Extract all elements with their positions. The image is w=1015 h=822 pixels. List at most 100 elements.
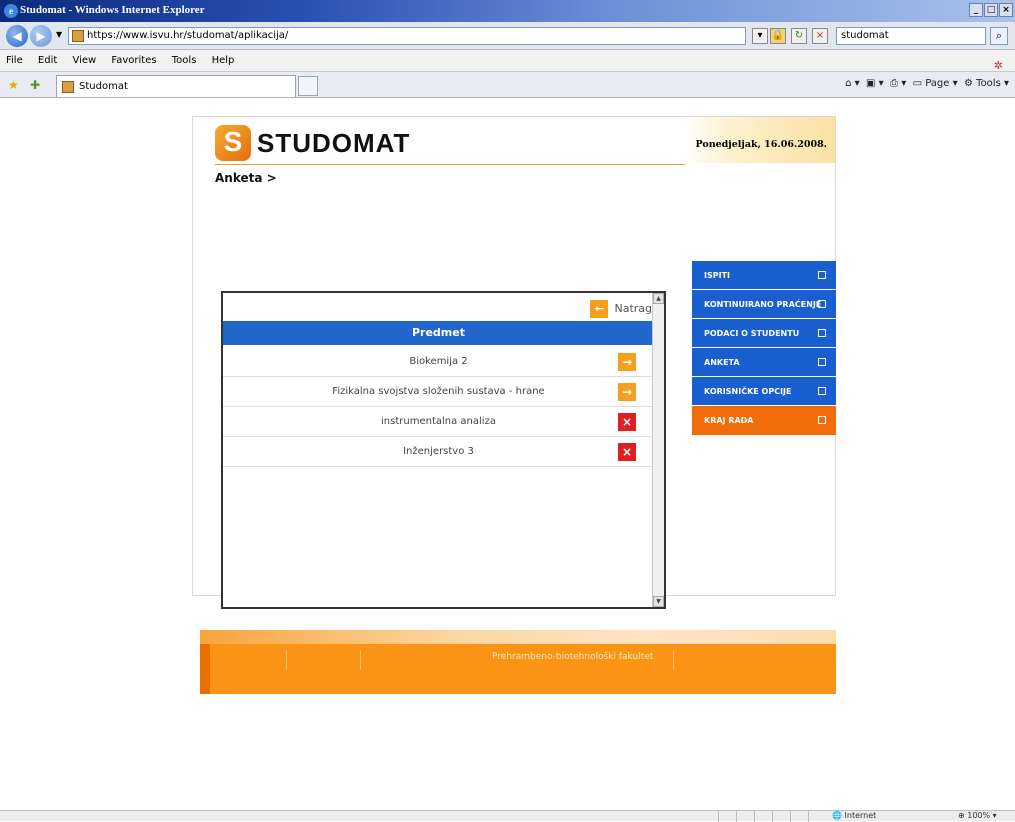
course-name: Fizikalna svojstva složenih sustava - hr…	[332, 386, 545, 397]
sidebar-item-label: PODACI O STUDENTU	[704, 329, 800, 338]
sidebar-item-kraj-rada[interactable]: KRAJ RADA	[692, 406, 836, 436]
scroll-up-icon[interactable]: ▲	[653, 293, 664, 304]
arrow-right-icon[interactable]: →	[618, 383, 636, 401]
feeds-icon[interactable]: ▣ ▾	[866, 78, 884, 89]
table-row: Inženjerstvo 3 ×	[223, 437, 654, 467]
ie-logo-icon: e	[4, 4, 18, 18]
date-header: Ponedjeljak, 16.06.2008.	[683, 117, 835, 163]
forward-nav-button[interactable]: ▶	[30, 25, 52, 47]
window-title: Studomat - Windows Internet Explorer	[20, 4, 205, 16]
close-icon[interactable]: ×	[618, 413, 636, 431]
menu-favorites[interactable]: Favorites	[105, 50, 162, 66]
search-icon[interactable]: ⌕	[990, 27, 1008, 45]
menu-edit[interactable]: Edit	[32, 50, 63, 66]
arrow-right-icon[interactable]: →	[618, 353, 636, 371]
home-icon[interactable]: ⌂ ▾	[845, 78, 860, 89]
status-segment	[808, 811, 824, 822]
favorites-star-icon[interactable]: ★	[8, 78, 19, 92]
sidebar-item-ispiti[interactable]: ISPITI	[692, 261, 836, 290]
security-zone[interactable]: 🌐 Internet	[832, 811, 876, 820]
footer-main: Prehrambeno-biotehnološki fakultet	[200, 644, 836, 694]
new-tab-button[interactable]	[298, 76, 318, 96]
footer-edge	[200, 644, 210, 694]
scroll-down-icon[interactable]: ▼	[653, 596, 664, 607]
tab-studomat[interactable]: Studomat	[56, 75, 296, 97]
sidebar-item-label: ANKETA	[704, 358, 740, 367]
app-footer: Prehrambeno-biotehnološki fakultet	[200, 630, 836, 694]
footer-divider	[360, 650, 361, 670]
square-icon	[818, 300, 826, 308]
menu-help[interactable]: Help	[206, 50, 241, 66]
sidebar-item-kontinuirano-pracenje[interactable]: KONTINUIRANO PRAĆENJE	[692, 290, 836, 319]
tools-menu-label: Tools	[976, 78, 1001, 89]
menu-view[interactable]: View	[66, 50, 102, 66]
course-name: Biokemija 2	[409, 356, 468, 367]
header-divider	[215, 164, 685, 165]
table-header: Predmet	[223, 321, 654, 345]
page-menu[interactable]: ▭ Page ▾	[913, 78, 958, 89]
menu-tools[interactable]: Tools	[166, 50, 203, 66]
print-icon[interactable]: ⎙ ▾	[890, 78, 906, 89]
square-icon	[818, 416, 826, 424]
table-row: Biokemija 2 →	[223, 347, 654, 377]
arrow-left-icon: ←	[590, 300, 609, 318]
menu-file[interactable]: File	[0, 50, 29, 66]
tools-menu[interactable]: ⚙ Tools ▾	[964, 78, 1009, 89]
minimize-button[interactable]: _	[969, 3, 983, 17]
lock-icon[interactable]: 🔒	[770, 28, 786, 44]
addon-icon[interactable]: ✲	[988, 54, 1009, 72]
status-segment	[736, 811, 752, 822]
footer-band	[200, 630, 836, 644]
current-date: Ponedjeljak, 16.06.2008.	[695, 139, 827, 150]
status-segment	[790, 811, 806, 822]
sidebar-item-anketa[interactable]: ANKETA	[692, 348, 836, 377]
address-field[interactable]: https://www.isvu.hr/studomat/aplikacija/	[68, 27, 746, 45]
search-input[interactable]: studomat	[836, 27, 986, 45]
sidebar-item-label: KRAJ RADA	[704, 416, 754, 425]
zone-label: Internet	[844, 811, 877, 820]
back-link[interactable]: ← Natrag	[590, 299, 652, 319]
table-row: instrumentalna analiza ×	[223, 407, 654, 437]
status-segment	[772, 811, 788, 822]
course-name: Inženjerstvo 3	[403, 446, 474, 457]
studomat-logo-text: STUDOMAT	[257, 128, 411, 158]
zoom-level: 100%	[967, 811, 991, 820]
square-icon	[818, 387, 826, 395]
history-dropdown-icon[interactable]: ▼	[56, 30, 62, 39]
menu-bar: File Edit View Favorites Tools Help ✲	[0, 50, 1015, 72]
site-favicon-icon	[72, 30, 84, 42]
zoom-control[interactable]: ⊕ 100% ▾	[958, 811, 997, 820]
sidebar-item-podaci-o-studentu[interactable]: PODACI O STUDENTU	[692, 319, 836, 348]
square-icon	[818, 271, 826, 279]
tab-favicon-icon	[62, 81, 74, 93]
sidebar-item-korisnicke-opcije[interactable]: KORISNIČKE OPCIJE	[692, 377, 836, 406]
address-value: https://www.isvu.hr/studomat/aplikacija/	[87, 30, 289, 41]
survey-panel: ← Natrag Predmet Biokemija 2 → Fizikalna …	[221, 291, 666, 609]
square-icon	[818, 358, 826, 366]
studomat-logo: S STUDOMAT	[215, 125, 415, 163]
page-menu-label: Page	[925, 78, 950, 89]
window-titlebar: e Studomat - Windows Internet Explorer _…	[0, 0, 1015, 22]
add-favorite-icon[interactable]: ✚	[30, 78, 40, 92]
close-icon[interactable]: ×	[618, 443, 636, 461]
refresh-icon[interactable]: ↻	[791, 28, 807, 44]
sidebar-item-label: ISPITI	[704, 271, 731, 280]
tab-bar: ★ ✚ Studomat ⌂ ▾ ▣ ▾ ⎙ ▾ ▭ Page ▾ ⚙ Tool…	[0, 72, 1015, 98]
close-window-button[interactable]: ×	[999, 3, 1013, 17]
status-bar: 🌐 Internet ⊕ 100% ▾	[0, 810, 1015, 822]
stop-icon[interactable]: ×	[812, 28, 828, 44]
back-label: Natrag	[614, 302, 652, 315]
breadcrumb: Anketa >	[215, 171, 277, 185]
command-bar: ⌂ ▾ ▣ ▾ ⎙ ▾ ▭ Page ▾ ⚙ Tools ▾	[845, 78, 1009, 89]
sidebar-menu: ISPITI KONTINUIRANO PRAĆENJE PODACI O ST…	[692, 261, 836, 436]
panel-scrollbar[interactable]: ▲ ▼	[652, 293, 664, 607]
footer-divider	[673, 650, 674, 670]
back-nav-button[interactable]: ◀	[6, 25, 28, 47]
sidebar-item-label: KORISNIČKE OPCIJE	[704, 387, 792, 396]
sidebar-item-label: KONTINUIRANO PRAĆENJE	[704, 300, 822, 309]
address-dropdown-icon[interactable]: ▾	[752, 28, 768, 44]
status-segment	[718, 811, 734, 822]
faculty-name: Prehrambeno-biotehnološki fakultet	[492, 652, 654, 662]
tab-label: Studomat	[79, 81, 128, 92]
maximize-button[interactable]: □	[984, 3, 998, 17]
